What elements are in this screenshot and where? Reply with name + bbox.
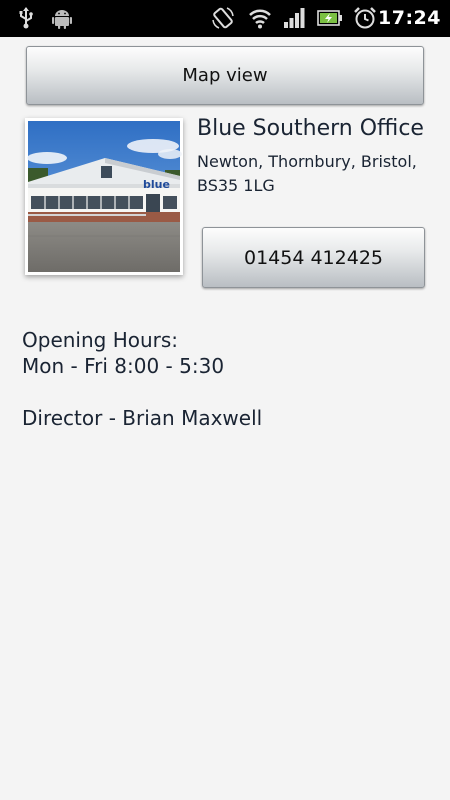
map-view-button[interactable]: Map view	[26, 46, 424, 105]
status-time: 17:24	[378, 7, 441, 29]
svg-text:blue: blue	[143, 178, 170, 191]
screen-rotate-icon	[211, 6, 235, 30]
alarm-clock-icon	[352, 6, 378, 30]
office-name: Blue Southern Office	[197, 116, 424, 141]
phone-number-label: 01454 412425	[243, 246, 383, 269]
office-building-image: blue	[27, 121, 182, 272]
address-line-1: Newton, Thornbury, Bristol,	[197, 152, 417, 171]
map-view-label: Map view	[182, 65, 268, 86]
office-photo: blue	[25, 118, 183, 275]
call-phone-button[interactable]: 01454 412425	[202, 227, 425, 288]
status-bar: 17:24	[0, 0, 450, 37]
director-name: Director - Brian Maxwell	[22, 406, 263, 430]
address-line-2: BS35 1LG	[197, 176, 275, 195]
opening-hours-label: Opening Hours:	[22, 328, 179, 352]
signal-icon	[282, 6, 306, 30]
office-address: Newton, Thornbury, Bristol, BS35 1LG	[197, 150, 447, 198]
usb-icon	[16, 6, 36, 30]
battery-charging-icon	[317, 6, 343, 30]
wifi-icon	[247, 6, 273, 30]
android-debug-icon	[50, 6, 74, 30]
opening-hours-value: Mon - Fri 8:00 - 5:30	[22, 354, 225, 378]
